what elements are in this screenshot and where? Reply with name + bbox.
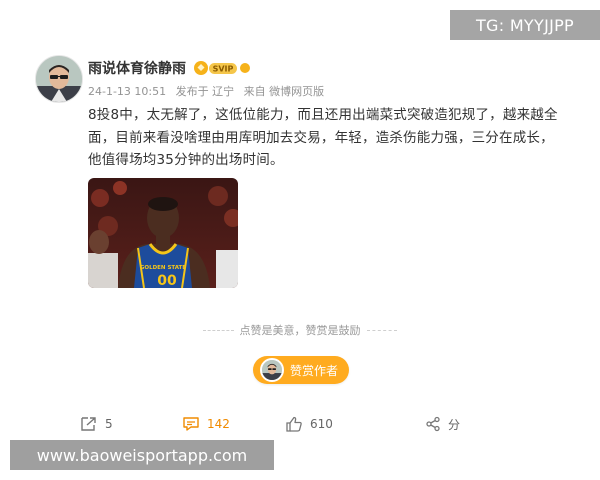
reward-prompt: 点赞是美意，赞赏是鼓励 (239, 324, 361, 337)
reward-author-button[interactable]: 赞赏作者 (253, 356, 349, 384)
divider-line-right (366, 329, 397, 331)
comment-count: 142 (207, 417, 230, 431)
divider-line-left (203, 329, 234, 331)
comment-icon (183, 417, 199, 431)
post-source: 来自 微博网页版 (243, 85, 325, 98)
vip-badge-icon[interactable]: SVIP (193, 59, 253, 77)
like-action[interactable]: 610 (285, 414, 333, 434)
site-watermark: www.baoweisportapp.com (10, 440, 274, 470)
jersey-number: 00 (157, 273, 177, 288)
post-image[interactable]: GOLDEN STATE 00 (88, 178, 238, 288)
thumbs-up-icon (286, 416, 302, 432)
post-meta: 24-1-13 10:51 发布于 辽宁 来自 微博网页版 (88, 83, 330, 99)
post-location: 发布于 辽宁 (175, 85, 235, 98)
reward-button-label: 赞赏作者 (290, 363, 339, 378)
like-count: 610 (310, 417, 333, 431)
post-text: 8投8中，太无解了，这低位能力，而且还用出端菜式突破造犯规了，越来越全面，目前来… (88, 107, 558, 168)
post-date[interactable]: 24-1-13 10:51 (88, 85, 166, 98)
repost-count: 5 (105, 417, 113, 431)
action-bar: 5 142 610 分 (0, 408, 600, 438)
comment-action[interactable]: 142 (182, 414, 230, 434)
share-icon (426, 416, 440, 432)
repost-action[interactable]: 5 (80, 414, 113, 434)
reward-avatar (260, 358, 284, 382)
author-avatar[interactable] (35, 55, 83, 103)
repost-icon (81, 417, 96, 431)
share-label: 分 (448, 417, 461, 432)
tg-watermark: TG: MYYJJPP (450, 10, 600, 40)
svg-text:SVIP: SVIP (213, 65, 234, 74)
reward-divider: 点赞是美意，赞赏是鼓励 (203, 321, 397, 339)
jersey-text: GOLDEN STATE (140, 265, 186, 271)
share-action[interactable]: 分 (425, 414, 460, 434)
author-name[interactable]: 雨说体育徐静雨 (88, 58, 186, 78)
